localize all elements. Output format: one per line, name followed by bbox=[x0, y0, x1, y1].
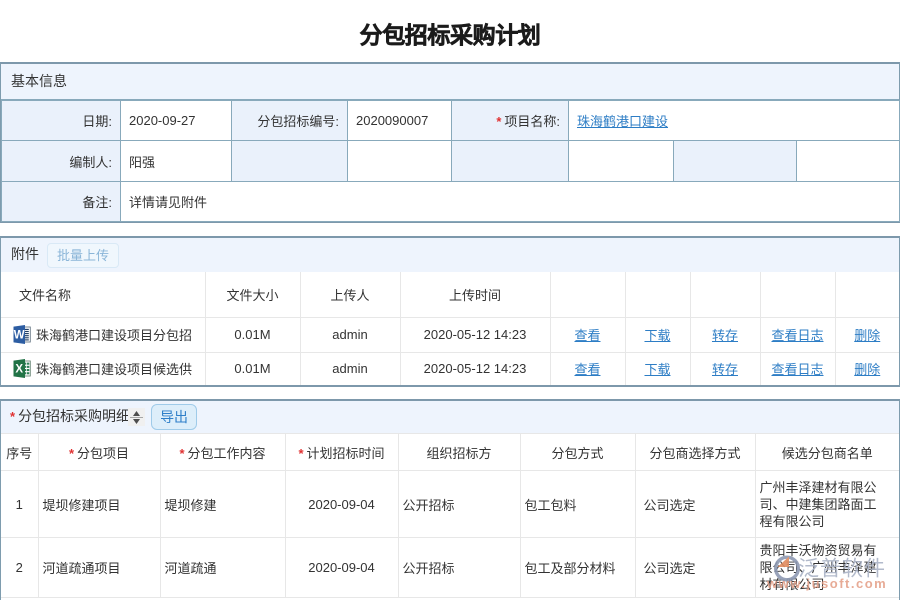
svg-text:X: X bbox=[15, 364, 23, 376]
svg-text:W: W bbox=[14, 330, 25, 342]
